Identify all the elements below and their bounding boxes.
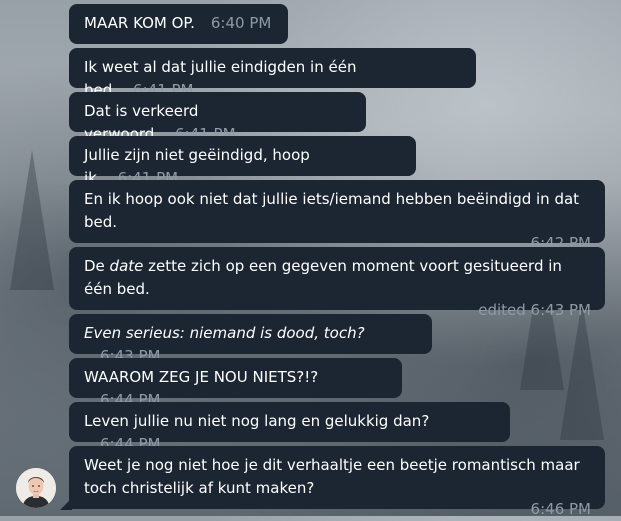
user-photo-icon [16, 468, 56, 508]
message-bubble[interactable]: Even serieus: niemand is dood, toch?6:43… [69, 314, 432, 365]
message-text: Leven jullie nu niet nog lang en gelukki… [84, 412, 430, 430]
message-bubble[interactable]: De date zette zich op een gegeven moment… [69, 247, 605, 319]
background-tree [10, 150, 54, 290]
message-time: 6:40 PM [210, 14, 272, 32]
message-bubble[interactable]: Leven jullie nu niet nog lang en gelukki… [69, 402, 510, 453]
avatar[interactable] [16, 468, 56, 508]
message-bubble[interactable]: Jullie zijn niet geëindigd, hoop ik. 6:41… [69, 136, 416, 187]
message-bubble[interactable]: WAAROM ZEG JE NOU NIETS?!?6:44 PM [69, 358, 402, 409]
message-bubble[interactable]: En ik hoop ook niet dat jullie iets/iema… [69, 180, 605, 252]
message-time: 6:46 PM [530, 500, 591, 518]
message-bubble[interactable]: Dat is verkeerd verwoord. 6:41 PM [69, 92, 366, 143]
message-bubble[interactable]: Ik weet al dat jullie eindigden in één b… [69, 48, 476, 99]
message-bubble[interactable]: MAAR KOM OP. 6:40 PM [69, 4, 288, 44]
message-text: En ik hoop ook niet dat jullie iets/iema… [84, 190, 580, 231]
message-bubble[interactable]: Weet je nog niet hoe je dit verhaaltje e… [69, 446, 605, 518]
message-text: De date zette zich op een gegeven moment… [84, 257, 562, 298]
message-emphasis: date [109, 257, 144, 275]
message-text: Even serieus: niemand is dood, toch? [84, 324, 365, 342]
message-text: MAAR KOM OP. [84, 14, 195, 32]
message-text: WAAROM ZEG JE NOU NIETS?!? [84, 368, 319, 386]
message-text: Weet je nog niet hoe je dit verhaaltje e… [84, 456, 580, 497]
